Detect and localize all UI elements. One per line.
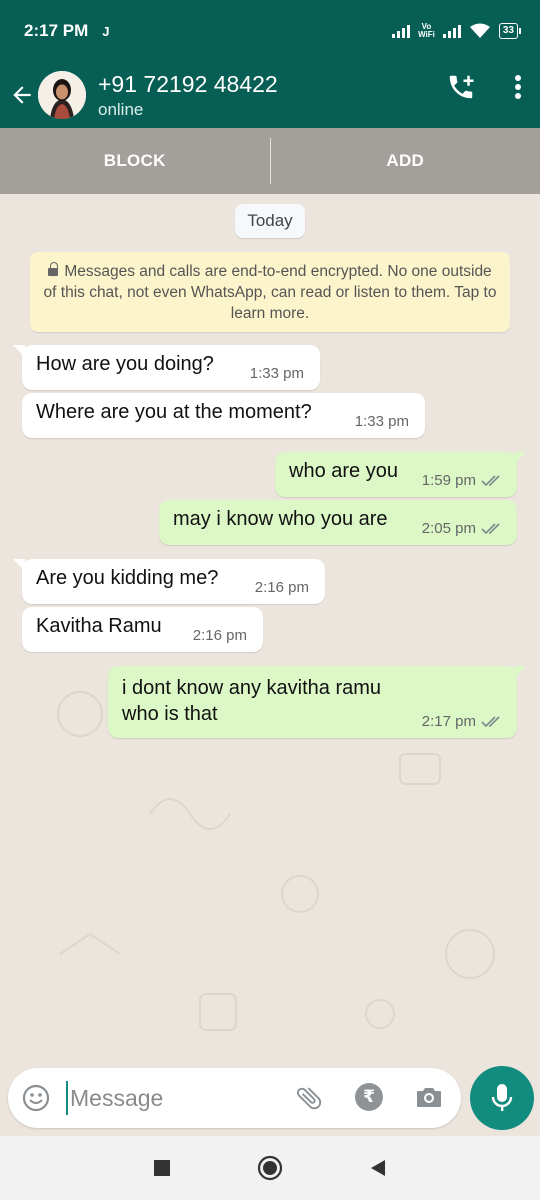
message-text: may i know who you are — [173, 508, 388, 530]
signal-icon-2 — [442, 24, 461, 38]
message-time: 2:05 pm — [421, 520, 476, 537]
carrier-icon: J — [102, 23, 110, 39]
home-icon[interactable] — [257, 1155, 283, 1181]
status-time: 2:17 PM — [24, 21, 89, 40]
message-time: 1:33 pm — [249, 365, 304, 382]
message-time: 1:33 pm — [354, 413, 409, 430]
back-button[interactable] — [4, 77, 40, 113]
message-text: i dont know any kavitha ramu who is that — [122, 677, 382, 725]
emoji-icon[interactable] — [22, 1084, 50, 1112]
app-top-bar: 2:17 PM J Vo WiFi 33 +91 72192 48422 onl… — [0, 0, 540, 128]
mic-button[interactable] — [470, 1066, 534, 1130]
double-check-icon — [481, 475, 500, 487]
vowifi-icon: Vo WiFi — [418, 22, 435, 39]
message-meta: 2:17 pm — [422, 713, 503, 730]
avatar[interactable] — [38, 71, 86, 119]
double-check-icon — [481, 523, 500, 535]
message-incoming[interactable]: Are you kidding me? 2:16 pm — [13, 559, 325, 604]
chat-header: +91 72192 48422 online — [0, 62, 540, 128]
message-meta: 2:05 pm — [422, 520, 503, 537]
message-incoming[interactable]: Where are you at the moment? 1:33 pm — [22, 393, 425, 438]
battery-icon: 33 — [498, 23, 522, 39]
unknown-contact-actions: BLOCK ADD — [0, 128, 540, 194]
signal-icon — [392, 24, 411, 38]
more-vert-icon[interactable] — [514, 74, 522, 100]
add-call-icon[interactable] — [446, 72, 476, 102]
date-chip: Today — [235, 204, 305, 238]
lock-icon — [48, 262, 59, 277]
message-text: Kavitha Ramu — [36, 615, 162, 637]
contact-status: online — [98, 100, 144, 119]
encryption-notice[interactable]: Messages and calls are end-to-end encryp… — [30, 252, 510, 332]
message-time: 2:17 pm — [421, 713, 476, 730]
message-time: 1:59 pm — [421, 472, 476, 489]
message-text: How are you doing? — [36, 353, 214, 375]
back-nav-icon[interactable] — [369, 1159, 387, 1177]
message-time: 2:16 pm — [192, 627, 247, 644]
attach-icon[interactable] — [294, 1083, 324, 1113]
message-meta: 1:59 pm — [422, 472, 503, 489]
message-outgoing[interactable]: who are you 1:59 pm — [275, 452, 526, 497]
message-outgoing[interactable]: i dont know any kavitha ramu who is that … — [108, 666, 526, 738]
message-incoming[interactable]: How are you doing? 1:33 pm — [13, 345, 320, 390]
message-text: who are you — [289, 460, 398, 482]
status-bar: 2:17 PM J Vo WiFi 33 — [0, 0, 540, 62]
message-input[interactable] — [66, 1081, 276, 1115]
back-arrow-icon — [13, 86, 31, 104]
mic-icon — [491, 1084, 513, 1111]
wifi-icon — [469, 23, 490, 38]
contact-info[interactable]: +91 72192 48422 online — [98, 70, 278, 120]
block-button[interactable]: BLOCK — [0, 151, 270, 171]
double-check-icon — [481, 716, 500, 728]
message-time: 2:16 pm — [254, 579, 309, 596]
message-text: Are you kidding me? — [36, 567, 219, 589]
message-outgoing[interactable]: may i know who you are 2:05 pm — [159, 500, 517, 545]
camera-icon[interactable] — [415, 1084, 443, 1110]
message-text: Where are you at the moment? — [36, 401, 312, 423]
message-incoming[interactable]: Kavitha Ramu 2:16 pm — [22, 607, 263, 652]
chat-area[interactable]: Today Messages and calls are end-to-end … — [0, 194, 540, 1062]
encryption-text: Messages and calls are end-to-end encryp… — [43, 263, 497, 322]
rupee-payment-icon[interactable]: ₹ — [355, 1083, 383, 1111]
system-nav-bar — [0, 1136, 540, 1200]
composer: ₹ — [8, 1068, 461, 1128]
add-contact-button[interactable]: ADD — [271, 151, 540, 171]
contact-name: +91 72192 48422 — [98, 71, 278, 97]
recents-icon[interactable] — [153, 1159, 171, 1177]
